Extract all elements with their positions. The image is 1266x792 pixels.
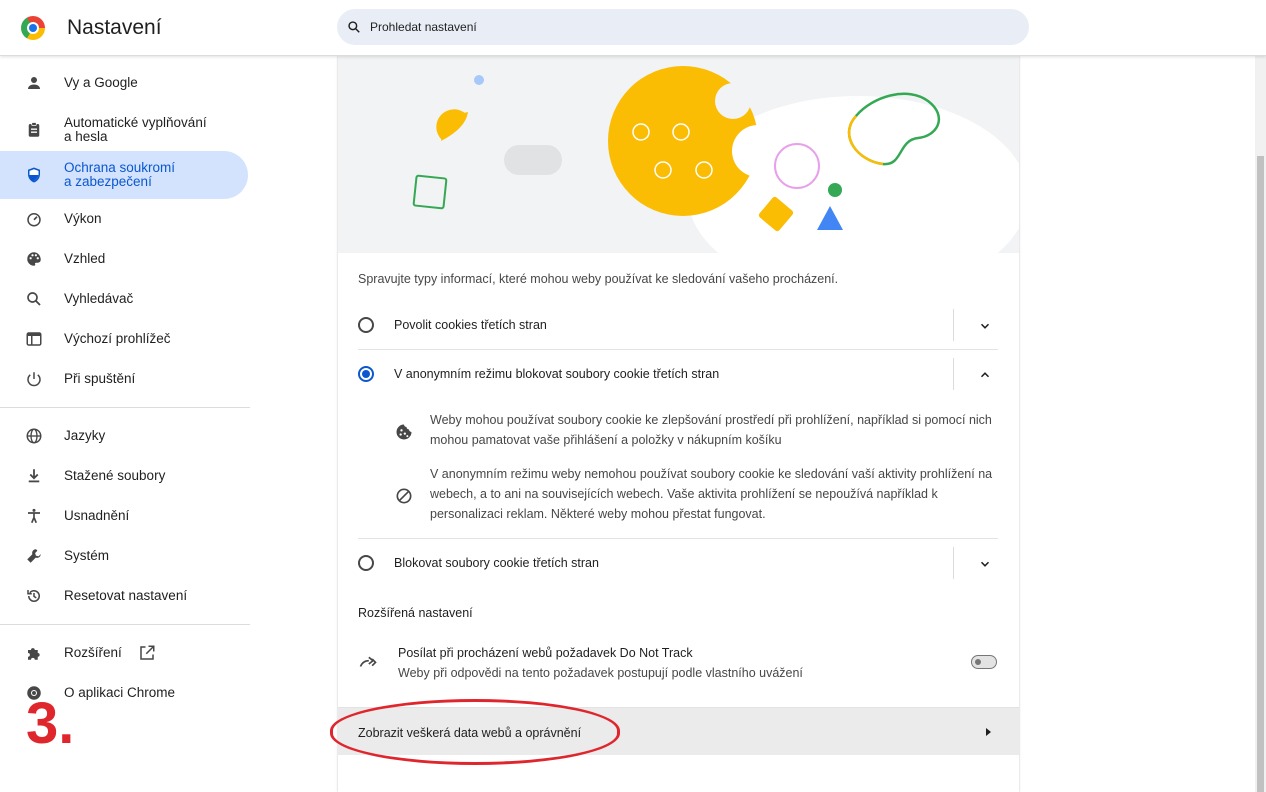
radio-button[interactable] [358,317,374,333]
search-input[interactable] [370,9,1010,45]
sidebar-item-downloads[interactable]: Stažené soubory [0,457,248,495]
accessibility-icon [24,506,44,526]
search-icon [348,21,360,33]
power-icon [24,369,44,389]
browser-icon [24,329,44,349]
page-title: Nastavení [67,16,162,39]
option-block-third-party[interactable]: Blokovat soubory cookie třetích stran [358,539,998,587]
sidebar-item-label: Systém [64,548,110,563]
gauge-icon [24,209,44,229]
sidebar-item-label: Výchozí prohlížeč [64,331,171,346]
sidebar-item-search-engine[interactable]: Vyhledávač [0,280,248,318]
sidebar-item-languages[interactable]: Jazyky [0,417,248,455]
settings-card: Spravujte typy informací, které mohou we… [338,56,1019,792]
sidebar-item-label: Vzhled [64,251,106,266]
option-label: Povolit cookies třetích stran [394,318,547,332]
option-allow-third-party[interactable]: Povolit cookies třetích stran [358,301,998,349]
download-icon [24,466,44,486]
sidebar-item-label: Vyhledávač [64,291,134,306]
sidebar-item-label: Vy a Google [64,75,138,90]
step-number-annotation: 3. [26,691,75,756]
external-link-icon [138,644,156,662]
top-bar: Nastavení [0,0,1266,56]
cookie-icon [396,424,412,440]
sidebar-item-privacy[interactable]: Ochrana soukromí a zabezpečení [0,151,248,199]
separator [953,547,954,579]
sidebar-item-label: Ochrana soukromí a zabezpečení [64,160,176,189]
clipboard-icon [24,120,44,140]
sidebar-item-label: Výkon [64,211,102,226]
puzzle-icon [24,643,44,663]
detail-item: Weby mohou používat soubory cookie ke zl… [394,410,994,454]
chevron-up-icon[interactable] [978,368,992,382]
arrow-right-icon [986,728,991,736]
separator [953,309,954,341]
dnt-subtitle: Weby při odpovědi na tento požadavek pos… [398,666,803,680]
search-icon [24,289,44,309]
sidebar-item-default-browser[interactable]: Výchozí prohlížeč [0,320,248,358]
dnt-toggle[interactable] [971,655,997,669]
block-icon [396,488,412,504]
cookies-illustration [338,56,1019,253]
sidebar-item-you-and-google[interactable]: Vy a Google [0,64,248,102]
sidebar-item-label: Automatické vyplňování a hesla [64,115,207,144]
sidebar-divider [0,624,250,625]
detail-text: Weby mohou používat soubory cookie ke zl… [430,413,992,447]
detail-text: V anonymním režimu weby nemohou používat… [430,467,993,521]
sidebar: Vy a Google Automatické vyplňování a hes… [0,56,260,792]
globe-icon [24,426,44,446]
chrome-logo-icon [21,16,45,40]
do-not-track-icon [359,656,377,667]
separator [953,358,954,390]
sidebar-item-accessibility[interactable]: Usnadnění [0,497,248,535]
sidebar-item-appearance[interactable]: Vzhled [0,240,248,278]
chevron-down-icon[interactable] [978,557,992,571]
radio-button[interactable] [358,555,374,571]
sidebar-item-label: Resetovat nastavení [64,588,188,603]
scrollbar[interactable] [1255,56,1266,792]
sidebar-item-label: Při spuštění [64,371,136,386]
sidebar-item-label: Rozšíření [64,645,122,660]
scrollbar-thumb[interactable] [1257,156,1264,792]
do-not-track-row[interactable]: Posílat při procházení webů požadavek Do… [358,636,998,692]
shield-icon [24,165,44,185]
option-label: V anonymním režimu blokovat soubory cook… [394,367,720,381]
sidebar-item-label: Jazyky [64,428,106,443]
wrench-icon [24,546,44,566]
sidebar-item-label: Stažené soubory [64,468,166,483]
sidebar-item-label: Usnadnění [64,508,130,523]
advanced-settings-title: Rozšířená nastavení [358,606,473,620]
sidebar-item-extensions[interactable]: Rozšíření [0,634,248,672]
sidebar-divider [0,407,250,408]
option-label: Blokovat soubory cookie třetích stran [394,556,599,570]
sidebar-item-autofill[interactable]: Automatické vyplňování a hesla [0,108,248,152]
detail-item: V anonymním režimu weby nemohou používat… [394,464,994,528]
sidebar-item-performance[interactable]: Výkon [0,200,248,238]
radio-button-selected[interactable] [358,366,374,382]
history-icon [24,586,44,606]
sidebar-item-system[interactable]: Systém [0,537,248,575]
sidebar-item-reset[interactable]: Resetovat nastavení [0,577,248,615]
sidebar-item-on-startup[interactable]: Při spuštění [0,360,248,398]
palette-icon [24,249,44,269]
chevron-down-icon[interactable] [978,319,992,333]
option-block-incognito[interactable]: V anonymním režimu blokovat soubory cook… [358,350,998,398]
section-description: Spravujte typy informací, které mohou we… [358,272,839,286]
search-box[interactable] [337,9,1029,45]
red-circle-annotation [330,699,620,765]
dnt-title: Posílat při procházení webů požadavek Do… [398,646,693,660]
person-icon [24,73,44,93]
sidebar-item-label: O aplikaci Chrome [64,685,176,700]
